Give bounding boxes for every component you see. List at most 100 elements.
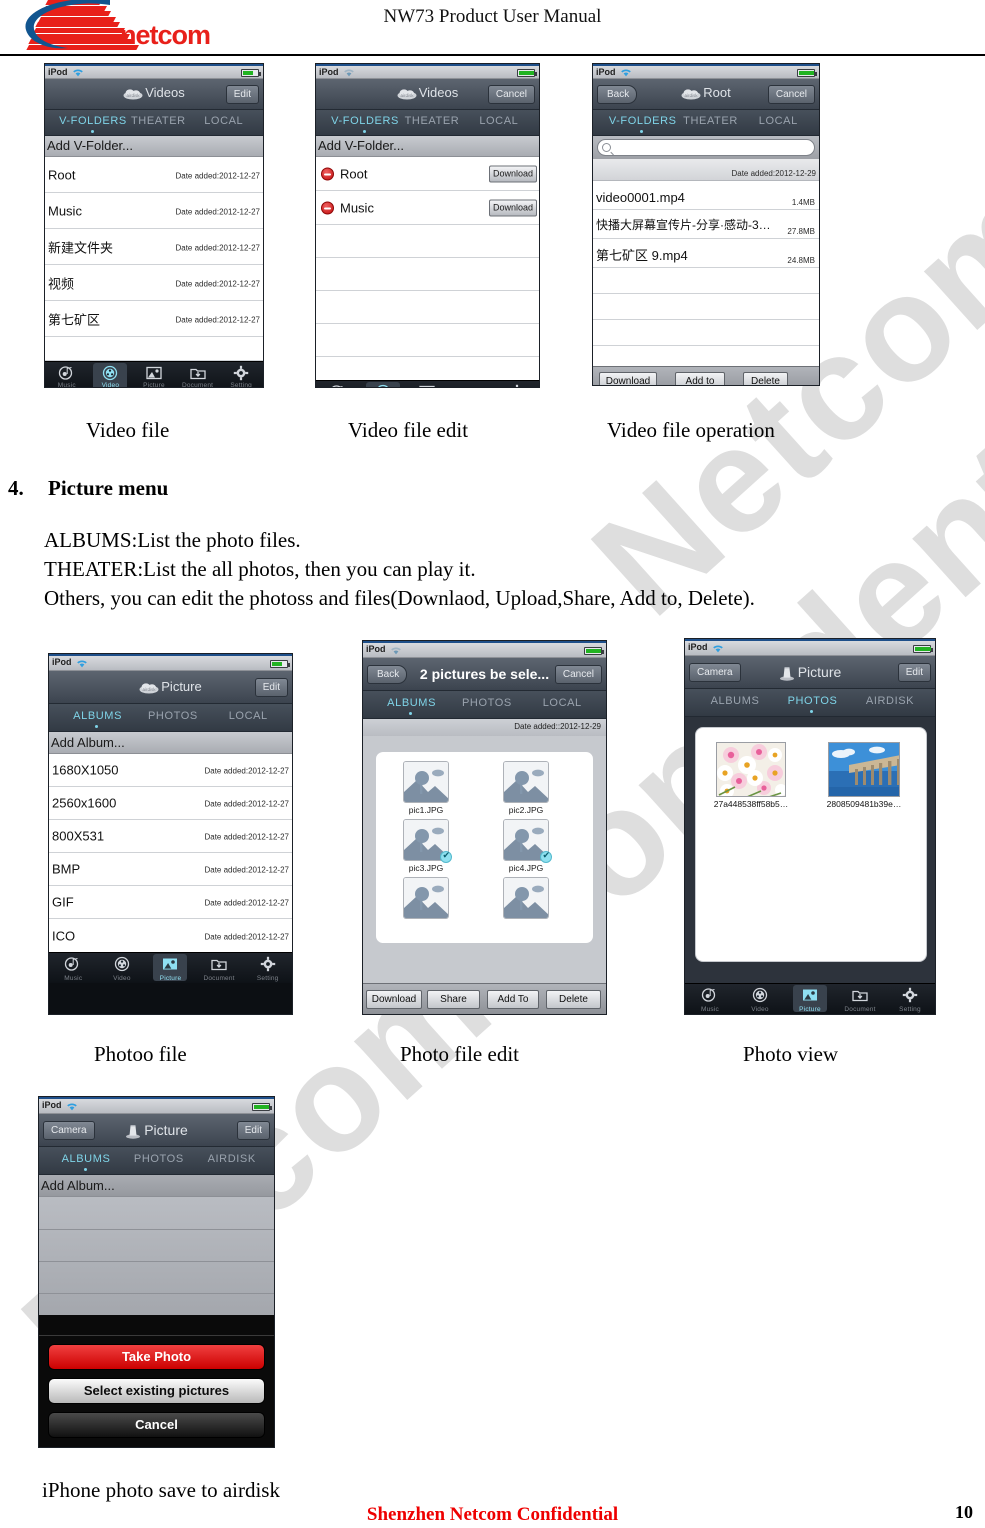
edit-button[interactable]: Edit: [225, 85, 259, 104]
add-to-button[interactable]: Add To: [487, 990, 539, 1009]
tabbar-item-music[interactable]: Music: [45, 363, 89, 387]
tab-photos[interactable]: PHOTOS: [773, 695, 853, 707]
tab-v-folders[interactable]: V-FOLDERS: [58, 115, 128, 127]
add-album-row[interactable]: Add Album...: [39, 1175, 274, 1197]
picture-thumbnail[interactable]: pic3.JPG: [403, 819, 452, 873]
photo-item[interactable]: 2808509481b39e…: [827, 742, 901, 809]
table-row[interactable]: 快播大屏幕宣传片-分享·感动-3… 27.8MB: [593, 210, 819, 239]
tabbar-item-music[interactable]: Music: [685, 985, 735, 1014]
tab-local[interactable]: LOCAL: [463, 115, 534, 127]
search-input[interactable]: [597, 139, 815, 156]
photo-item[interactable]: 27a448538ff58b5…: [714, 742, 788, 809]
edit-button[interactable]: Edit: [897, 663, 931, 682]
download-button[interactable]: Download: [599, 372, 657, 385]
table-row[interactable]: 新建文件夹 Date added:2012-12-27: [45, 229, 263, 265]
tab-albums[interactable]: ALBUMS: [373, 697, 451, 709]
edit-button[interactable]: Edit: [254, 678, 288, 697]
delete-button[interactable]: Delete: [546, 990, 601, 1009]
tabbar-item-setting[interactable]: Setting: [885, 985, 935, 1014]
share-button[interactable]: Share: [427, 990, 480, 1009]
tabbar-item-picture[interactable]: Picture: [146, 954, 195, 983]
tab-local[interactable]: LOCAL: [189, 115, 259, 127]
add-v-folder-row[interactable]: Add V-Folder...: [45, 136, 263, 157]
tab-local[interactable]: LOCAL: [209, 710, 287, 722]
tab-photos[interactable]: PHOTOS: [448, 697, 526, 709]
tab-local[interactable]: LOCAL: [523, 697, 601, 709]
download-button[interactable]: Download: [488, 199, 537, 216]
tabbar-item-music[interactable]: Music: [49, 954, 98, 983]
table-row[interactable]: 2560x1600 Date added:2012-12-27: [49, 787, 292, 820]
cancel-button[interactable]: Cancel: [48, 1412, 265, 1438]
tab-albums[interactable]: ALBUMS: [695, 695, 775, 707]
remove-icon[interactable]: [321, 201, 334, 214]
select-existing-pictures-button[interactable]: Select existing pictures: [48, 1378, 265, 1404]
picture-thumbnail[interactable]: [503, 877, 549, 919]
tab-photos[interactable]: PHOTOS: [121, 1153, 196, 1165]
tabbar-item-setting[interactable]: Setting: [243, 954, 292, 983]
edit-button[interactable]: Edit: [236, 1121, 270, 1140]
tab-theater[interactable]: THEATER: [123, 115, 193, 127]
download-button[interactable]: Download: [366, 990, 422, 1009]
tab-v-folders[interactable]: V-FOLDERS: [329, 115, 400, 127]
table-row[interactable]: video0001.mp4 1.4MB: [593, 181, 819, 210]
table-row[interactable]: 视频 Date added:2012-12-27: [45, 265, 263, 301]
table-row[interactable]: 1680X1050 Date added:2012-12-27: [49, 754, 292, 787]
tabbar-item-video[interactable]: Video: [361, 382, 406, 387]
table-row[interactable]: 第七矿区 9.mp4 24.8MB: [593, 239, 819, 268]
tabbar-item-document[interactable]: Document: [195, 954, 244, 983]
take-photo-button[interactable]: Take Photo: [48, 1344, 265, 1370]
table-row[interactable]: GIF Date added:2012-12-27: [49, 886, 292, 919]
tabbar-item-picture[interactable]: Picture: [132, 363, 176, 387]
tab-theater[interactable]: THEATER: [674, 115, 746, 127]
tabbar-item-video[interactable]: Video: [89, 363, 133, 387]
tab-albums[interactable]: ALBUMS: [48, 1153, 123, 1165]
cancel-button[interactable]: Cancel: [767, 85, 815, 104]
row-name: Music: [340, 200, 374, 215]
table-row[interactable]: Music Download: [316, 191, 539, 225]
table-row[interactable]: 800X531 Date added:2012-12-27: [49, 820, 292, 853]
tab-albums[interactable]: ALBUMS: [59, 710, 137, 722]
tabbar-item-setting[interactable]: Setting: [494, 382, 539, 387]
photo-icon: [146, 366, 162, 380]
picture-thumbnail[interactable]: pic2.JPG: [503, 761, 549, 815]
row-name: Root: [340, 166, 368, 181]
tabbar-item-document[interactable]: Document: [450, 382, 495, 387]
add-album-row[interactable]: Add Album...: [49, 732, 292, 754]
tab-local[interactable]: LOCAL: [742, 115, 814, 127]
tabbar-item-video[interactable]: Video: [735, 985, 785, 1014]
remove-icon[interactable]: [321, 167, 334, 180]
table-row[interactable]: Music Date added:2012-12-27: [45, 193, 263, 229]
status-bar: iPod: [363, 643, 606, 658]
tab-v-folders[interactable]: V-FOLDERS: [607, 115, 679, 127]
picture-thumbnail[interactable]: pic4.JPG: [503, 819, 552, 873]
cancel-button[interactable]: Cancel: [554, 665, 602, 684]
tab-photos[interactable]: PHOTOS: [134, 710, 212, 722]
cancel-button[interactable]: Cancel: [487, 85, 535, 104]
tab-airdisk[interactable]: AIRDISK: [194, 1153, 269, 1165]
wifi-icon: [67, 1103, 77, 1111]
tab-airdisk[interactable]: AIRDISK: [850, 695, 930, 707]
picture-thumbnail[interactable]: pic1.JPG: [403, 761, 449, 815]
table-row-empty: [593, 268, 819, 294]
picture-thumbnail[interactable]: [403, 877, 449, 919]
tabbar-item-video[interactable]: Video: [98, 954, 147, 983]
tabbar-item-document[interactable]: Document: [835, 985, 885, 1014]
tabbar-item-setting[interactable]: Setting: [219, 363, 263, 388]
row-name: GIF: [52, 894, 74, 910]
table-row[interactable]: Root Download: [316, 157, 539, 191]
add-v-folder-row[interactable]: Add V-Folder...: [316, 136, 539, 157]
table-row[interactable]: Root Date added:2012-12-27: [45, 157, 263, 193]
section-title: Picture menu: [48, 476, 169, 500]
download-button[interactable]: Download: [488, 165, 537, 182]
table-row[interactable]: ICO Date added:2012-12-27: [49, 919, 292, 952]
table-row[interactable]: BMP Date added:2012-12-27: [49, 853, 292, 886]
delete-button[interactable]: Delete: [743, 372, 788, 385]
tabbar-label: Setting: [230, 382, 252, 388]
tabbar-item-picture[interactable]: Picture: [785, 985, 835, 1014]
tabbar-item-picture[interactable]: Picture: [405, 382, 450, 387]
add-to-button[interactable]: Add to: [675, 372, 725, 385]
tabbar-item-music[interactable]: Music: [316, 382, 361, 387]
table-row[interactable]: 第七矿区 Date added:2012-12-27: [45, 301, 263, 337]
tabbar-item-document[interactable]: Document: [176, 363, 220, 387]
tab-theater[interactable]: THEATER: [396, 115, 467, 127]
